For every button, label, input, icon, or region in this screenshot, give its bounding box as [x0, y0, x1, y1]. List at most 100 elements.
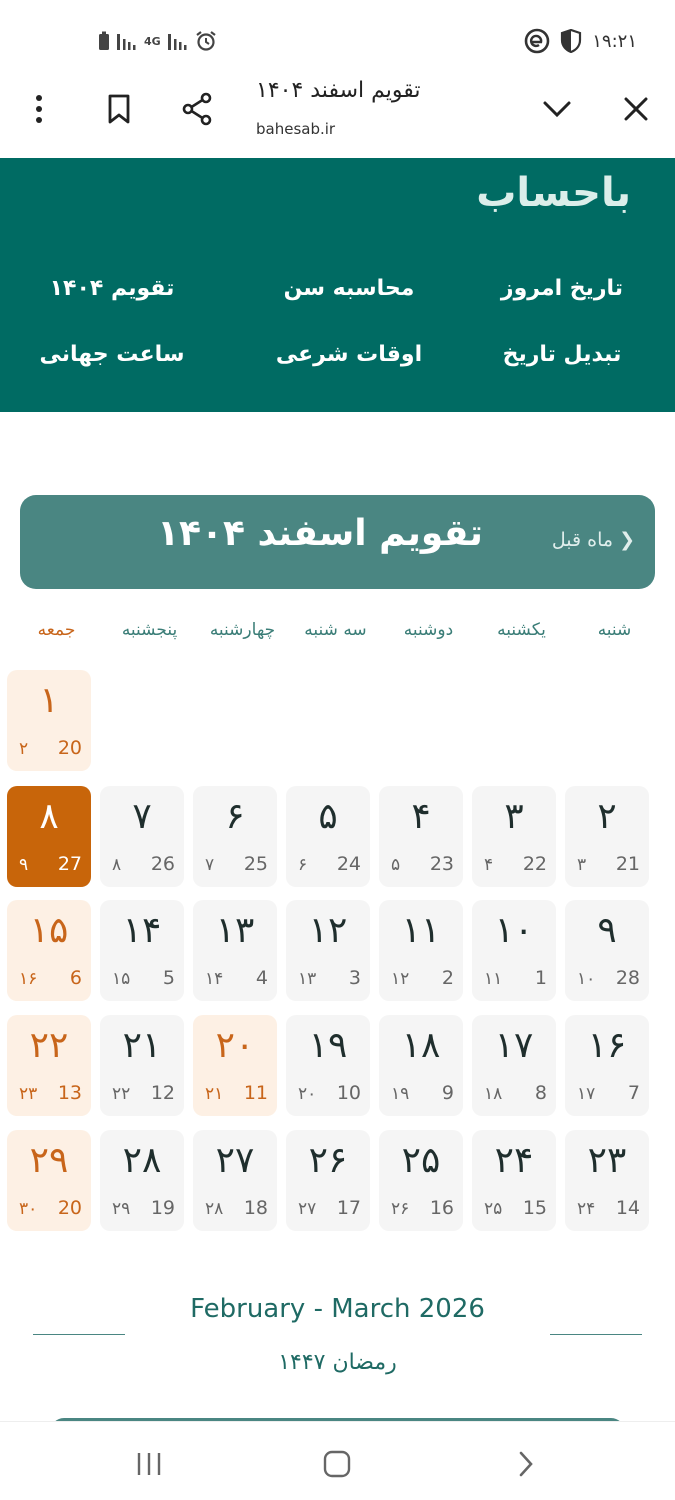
calendar-day[interactable]: ۴ 23 ۵	[379, 786, 463, 887]
persian-day-number: ۲۰	[215, 1025, 255, 1066]
hijri-day-number: ۷	[205, 855, 215, 875]
divider-line	[33, 1334, 125, 1335]
hijri-day-number: ۲۶	[391, 1199, 410, 1219]
persian-day-number: ۱۸	[401, 1025, 441, 1066]
hijri-day-number: ۵	[391, 855, 401, 875]
hijri-day-number: ۲۰	[298, 1084, 317, 1104]
hijri-day-number: ۱۰	[577, 969, 596, 989]
gregorian-day-number: 13	[57, 1082, 82, 1104]
calendar-day[interactable]: ۱۸ 9 ۱۹	[379, 1015, 463, 1116]
nav-prayer-times[interactable]: اوقات شرعی	[249, 342, 449, 367]
status-bar: 4G ۱۹:۲۱	[0, 0, 675, 80]
hijri-day-number: ۲۲	[112, 1084, 131, 1104]
hijri-day-number: ۱۸	[484, 1084, 503, 1104]
calendar-day[interactable]: ۱۴ 5 ۱۵	[100, 900, 184, 1001]
bookmark-icon[interactable]	[94, 84, 144, 134]
hijri-day-number: ۱۷	[577, 1084, 596, 1104]
persian-day-number: ۱۰	[494, 910, 534, 951]
calendar-title: تقویم اسفند ۱۴۰۴	[157, 513, 483, 554]
calendar-day[interactable]: ۱۲ 3 ۱۳	[286, 900, 370, 1001]
persian-day-number: ۸	[39, 796, 59, 837]
gregorian-day-number: 14	[615, 1197, 640, 1219]
close-icon[interactable]	[611, 84, 661, 134]
calendar-day[interactable]: ۱۱ 2 ۱۲	[379, 900, 463, 1001]
calendar-day-today[interactable]: ۸ 27 ۹	[7, 786, 91, 887]
calendar-day[interactable]: ۲۶ 17 ۲۷	[286, 1130, 370, 1231]
calendar-day[interactable]: ۲۱ 12 ۲۲	[100, 1015, 184, 1116]
nav-calendar-1404[interactable]: تقویم ۱۴۰۴	[12, 276, 212, 301]
calendar-day[interactable]: ۲۵ 16 ۲۶	[379, 1130, 463, 1231]
persian-day-number: ۲۴	[494, 1140, 534, 1181]
calendar-day[interactable]: ۱۵ 6 ۱۶	[7, 900, 91, 1001]
persian-day-number: ۱۹	[308, 1025, 348, 1066]
nav-world-clock[interactable]: ساعت جهانی	[12, 342, 212, 367]
nav-date-convert[interactable]: تبدیل تاریخ	[462, 342, 662, 367]
gregorian-day-number: 23	[429, 853, 454, 875]
persian-day-number: ۱۲	[308, 910, 348, 951]
calendar-day[interactable]: ۳ 22 ۴	[472, 786, 556, 887]
gregorian-day-number: 28	[615, 967, 640, 989]
gregorian-day-number: 10	[336, 1082, 361, 1104]
calendar-day[interactable]: ۹ 28 ۱۰	[565, 900, 649, 1001]
persian-day-number: ۵	[318, 796, 338, 837]
calendar-day[interactable]: ۲۸ 19 ۲۹	[100, 1130, 184, 1231]
page-url[interactable]: bahesab.ir	[256, 120, 335, 138]
persian-day-number: ۲۵	[401, 1140, 441, 1181]
calendar-day[interactable]: ۲۰ 11 ۲۱	[193, 1015, 277, 1116]
calendar-day[interactable]: ۱۶ 7 ۱۷	[565, 1015, 649, 1116]
prev-month-button[interactable]: ❮ ماه قبل	[552, 529, 635, 551]
hijri-day-number: ۴	[484, 855, 494, 875]
hijri-day-number: ۱۳	[298, 969, 317, 989]
calendar-day[interactable]: ۲۹ 20 ۳۰	[7, 1130, 91, 1231]
calendar-day[interactable]: ۶ 25 ۷	[193, 786, 277, 887]
calendar-day[interactable]: ۱ 20 ۲	[7, 670, 91, 771]
hijri-day-number: ۱۱	[484, 969, 503, 989]
hijri-day-number: ۲۴	[577, 1199, 596, 1219]
persian-day-number: ۹	[597, 910, 617, 951]
calendar-day[interactable]: ۲ 21 ۳	[565, 786, 649, 887]
battery-icon	[98, 31, 110, 51]
hijri-day-number: ۲۱	[205, 1084, 224, 1104]
share-icon[interactable]	[172, 84, 222, 134]
home-icon[interactable]	[312, 1444, 362, 1484]
weekday-label: یکشنبه	[497, 620, 546, 640]
persian-day-number: ۲۳	[587, 1140, 627, 1181]
calendar-day[interactable]: ۱۰ 1 ۱۱	[472, 900, 556, 1001]
persian-day-number: ۲۶	[308, 1140, 348, 1181]
status-time: ۱۹:۲۱	[592, 30, 637, 52]
hijri-day-number: ۲۵	[484, 1199, 503, 1219]
persian-day-number: ۲۹	[29, 1140, 69, 1181]
calendar-day[interactable]: ۱۷ 8 ۱۸	[472, 1015, 556, 1116]
calendar-day[interactable]: ۲۲ 13 ۲۳	[7, 1015, 91, 1116]
hijri-day-number: ۹	[19, 855, 29, 875]
gregorian-day-number: 17	[336, 1197, 361, 1219]
calendar-day[interactable]: ۲۴ 15 ۲۵	[472, 1130, 556, 1231]
gregorian-day-number: 5	[162, 967, 175, 989]
chevron-down-icon[interactable]	[532, 84, 582, 134]
gregorian-day-number: 8	[534, 1082, 547, 1104]
calendar-day[interactable]: ۲۷ 18 ۲۸	[193, 1130, 277, 1231]
hijri-day-number: ۱۴	[205, 969, 224, 989]
site-header: باحساب تاریخ امروز محاسبه سن تقویم ۱۴۰۴ …	[0, 158, 675, 412]
nav-age-calc[interactable]: محاسبه سن	[249, 276, 449, 301]
calendar-day[interactable]: ۵ 24 ۶	[286, 786, 370, 887]
persian-day-number: ۱۷	[494, 1025, 534, 1066]
persian-day-number: ۶	[225, 796, 245, 837]
gregorian-range: February - March 2026	[190, 1294, 485, 1324]
status-left-icons: 4G	[98, 30, 217, 52]
calendar-day[interactable]: ۱۳ 4 ۱۴	[193, 900, 277, 1001]
gregorian-day-number: 18	[243, 1197, 268, 1219]
calendar-day[interactable]: ۱۹ 10 ۲۰	[286, 1015, 370, 1116]
calendar-day[interactable]: ۷ 26 ۸	[100, 786, 184, 887]
gregorian-day-number: 12	[150, 1082, 175, 1104]
nav-today-date[interactable]: تاریخ امروز	[462, 276, 662, 301]
more-vert-icon[interactable]	[14, 84, 64, 134]
recent-apps-icon[interactable]	[124, 1444, 174, 1484]
gregorian-day-number: 7	[627, 1082, 640, 1104]
site-logo[interactable]: باحساب	[476, 170, 631, 216]
gregorian-day-number: 21	[615, 853, 640, 875]
calendar-day[interactable]: ۲۳ 14 ۲۴	[565, 1130, 649, 1231]
hijri-day-number: ۲۸	[205, 1199, 224, 1219]
back-icon[interactable]	[501, 1444, 551, 1484]
gregorian-day-number: 11	[243, 1082, 268, 1104]
